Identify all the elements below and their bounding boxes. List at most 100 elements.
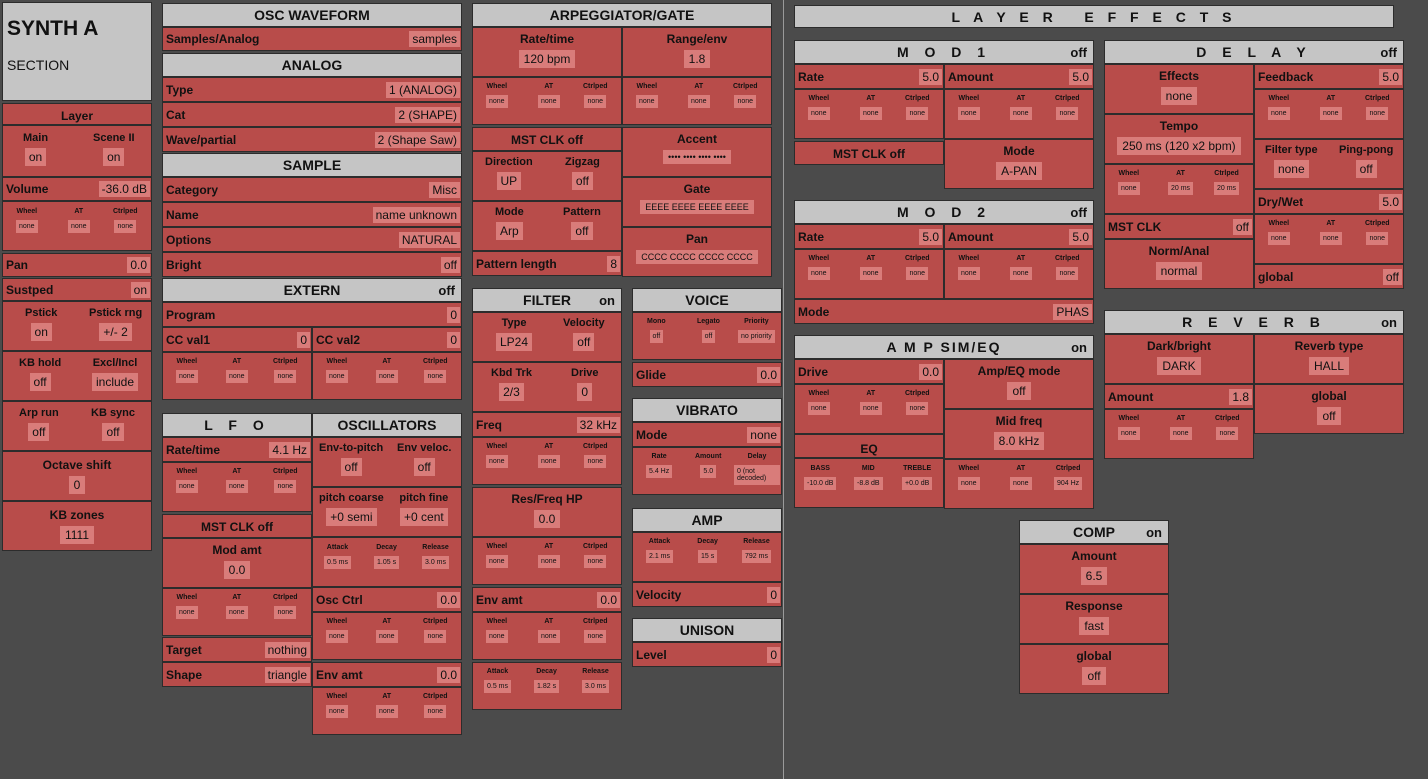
cc2-row[interactable]: CC val2 0 [312, 327, 462, 352]
filter-freq-row[interactable]: Freq 32 kHz [472, 412, 622, 437]
ping-pong-field[interactable]: Ping-pong off [1339, 144, 1393, 179]
treble-field[interactable]: TREBLE +0.0 dB [901, 465, 933, 491]
ampsim-drive-row[interactable]: Drive 0.0 [794, 359, 944, 384]
arp-mode-field[interactable]: Mode Arp [495, 206, 524, 241]
lfo-target-row[interactable]: Target nothing [162, 637, 312, 662]
res-cell[interactable]: Res/Freq HP 0.0 [472, 487, 622, 537]
analog-wave-row[interactable]: Wave/partial 2 (Shape Saw) [162, 127, 462, 152]
glide-row[interactable]: Glide 0.0 [632, 362, 782, 387]
reverb-type-cell[interactable]: Reverb type HALL [1254, 334, 1404, 384]
bass-field[interactable]: BASS -10.0 dB [803, 465, 837, 491]
vibrato-rate-field[interactable]: Rate 5.4 Hz [645, 453, 673, 479]
arp-header: ARPEGGIATOR/GATE [472, 3, 772, 27]
arp-range-cell[interactable]: Range/env 1.8 [622, 27, 772, 77]
kbhold-cell: KB hold off Excl/Incl include [2, 351, 152, 401]
filter-type-field[interactable]: Filter type none [1265, 144, 1318, 179]
amp-attack-field[interactable]: Attack 2.1 ms [645, 538, 674, 564]
gate-cell[interactable]: Gate EEEE EEEE EEEE EEEE [622, 177, 772, 227]
mid-field[interactable]: MID -8.8 dB [853, 465, 884, 491]
mod1-amount-row[interactable]: Amount 5.0 [944, 64, 1094, 89]
sample-options-row[interactable]: Options NATURAL [162, 227, 462, 252]
dark-bright-cell[interactable]: Dark/bright DARK [1104, 334, 1254, 384]
amp-release-field[interactable]: Release 792 ms [741, 538, 772, 564]
excl-field[interactable]: Excl/Incl include [91, 357, 139, 392]
vibrato-amount-field[interactable]: Amount 5.0 [695, 453, 721, 479]
octave-cell[interactable]: Octave shift 0 [2, 451, 152, 501]
amp-velocity-row[interactable]: Velocity 0 [632, 582, 782, 607]
sample-category-row[interactable]: Category Misc [162, 177, 462, 202]
pan-row[interactable]: Pan 0.0 [2, 253, 152, 277]
delay-effects-cell[interactable]: Effects none [1104, 64, 1254, 114]
osc-env-amt-row[interactable]: Env amt 0.0 [312, 662, 462, 687]
reverb-global-cell[interactable]: global off [1254, 384, 1404, 434]
mod1-rate-row[interactable]: Rate 5.0 [794, 64, 944, 89]
pstick-cell: Pstick on Pstick rng +/- 2 [2, 301, 152, 351]
delay-mst-clk-row[interactable]: MST CLK off [1104, 214, 1254, 239]
kbsync-field[interactable]: KB sync off [91, 407, 135, 442]
amp-decay-field[interactable]: Decay 15 s [697, 538, 718, 564]
env-to-pitch-field[interactable]: Env-to-pitch off [319, 442, 383, 477]
samples-analog-row[interactable]: Samples/Analog samples [162, 27, 462, 51]
mod1-mode-cell[interactable]: Mode A-PAN [944, 139, 1094, 189]
kbzones-cell[interactable]: KB zones 1111 [2, 501, 152, 551]
mid-freq-cell[interactable]: Mid freq 8.0 kHz [944, 409, 1094, 459]
mod2-rate-row[interactable]: Rate 5.0 [794, 224, 944, 249]
main-field[interactable]: Main on [23, 132, 48, 167]
ampeq-mode-cell[interactable]: Amp/EQ mode off [944, 359, 1094, 409]
analog-header: ANALOG [162, 53, 462, 77]
vibrato-delay-field[interactable]: Delay 0 (not decoded) [733, 453, 781, 486]
filter-drive-field[interactable]: Drive 0 [571, 367, 599, 402]
comp-amount-cell[interactable]: Amount 6.5 [1019, 544, 1169, 594]
delay-global-row[interactable]: global off [1254, 264, 1404, 289]
zigzag-field[interactable]: Zigzag off [565, 156, 600, 191]
arp-mst-clk[interactable]: MST CLK off [472, 127, 622, 151]
lfo-shape-row[interactable]: Shape triangle [162, 662, 312, 687]
drywet-row[interactable]: Dry/Wet 5.0 [1254, 189, 1404, 214]
unison-level-row[interactable]: Level 0 [632, 642, 782, 667]
lfo-rate-row[interactable]: Rate/time 4.1 Hz [162, 437, 312, 462]
mod2-mode-row[interactable]: Mode PHAS [794, 299, 1094, 324]
kbhold-field[interactable]: KB hold off [19, 357, 61, 392]
filter-env-amt-row[interactable]: Env amt 0.0 [472, 587, 622, 612]
mod1-mst-clk[interactable]: MST CLK off [794, 141, 944, 165]
pattern-length-row[interactable]: Pattern length 8 [472, 251, 622, 276]
arp-pan-cell[interactable]: Pan CCCC CCCC CCCC CCCC [622, 227, 772, 277]
env-veloc-field[interactable]: Env veloc. off [397, 442, 451, 477]
sample-name-row[interactable]: Name name unknown [162, 202, 462, 227]
comp-response-cell[interactable]: Response fast [1019, 594, 1169, 644]
analog-cat-row[interactable]: Cat 2 (SHAPE) [162, 102, 462, 127]
pstick-field[interactable]: Pstick on [25, 307, 57, 342]
filter-type-field[interactable]: Type LP24 [495, 317, 533, 352]
pitch-coarse-field[interactable]: pitch coarse +0 semi [319, 492, 384, 527]
pstick-rng-field[interactable]: Pstick rng +/- 2 [89, 307, 142, 342]
lfo-mst-clk[interactable]: MST CLK off [162, 514, 312, 538]
scene-field[interactable]: Scene II on [93, 132, 135, 167]
priority-field[interactable]: Priority no priority [737, 318, 776, 344]
reverb-amount-row[interactable]: Amount 1.8 [1104, 384, 1254, 409]
synth-title: SYNTH A [7, 17, 99, 40]
pitch-fine-field[interactable]: pitch fine +0 cent [399, 492, 449, 527]
vibrato-mode-row[interactable]: Mode none [632, 422, 782, 447]
feedback-row[interactable]: Feedback 5.0 [1254, 64, 1404, 89]
mod2-amount-row[interactable]: Amount 5.0 [944, 224, 1094, 249]
arp-pattern-field[interactable]: Pattern off [563, 206, 601, 241]
arp-rate-cell[interactable]: Rate/time 120 bpm [472, 27, 622, 77]
sustped-row[interactable]: Sustped on [2, 278, 152, 301]
sample-bright-row[interactable]: Bright off [162, 252, 462, 277]
filter-velocity-field[interactable]: Velocity off [563, 317, 605, 352]
analog-type-row[interactable]: Type 1 (ANALOG) [162, 77, 462, 102]
direction-field[interactable]: Direction UP [485, 156, 533, 191]
cc1-row[interactable]: CC val1 0 [162, 327, 312, 352]
osc-ctrl-row[interactable]: Osc Ctrl 0.0 [312, 587, 462, 612]
accent-cell[interactable]: Accent •••• •••• •••• •••• [622, 127, 772, 177]
arprun-field[interactable]: Arp run off [19, 407, 59, 442]
legato-field[interactable]: Legato off [697, 318, 720, 344]
comp-global-cell[interactable]: global off [1019, 644, 1169, 694]
norm-anal-cell[interactable]: Norm/Anal normal [1104, 239, 1254, 289]
lfo-mod-amt[interactable]: Mod amt 0.0 [162, 538, 312, 588]
mono-field[interactable]: Mono off [647, 318, 666, 344]
kbd-trk-field[interactable]: Kbd Trk 2/3 [491, 367, 532, 402]
volume-row[interactable]: Volume -36.0 dB [2, 177, 152, 201]
tempo-cell[interactable]: Tempo 250 ms (120 x2 bpm) [1104, 114, 1254, 164]
program-row[interactable]: Program 0 [162, 302, 462, 327]
